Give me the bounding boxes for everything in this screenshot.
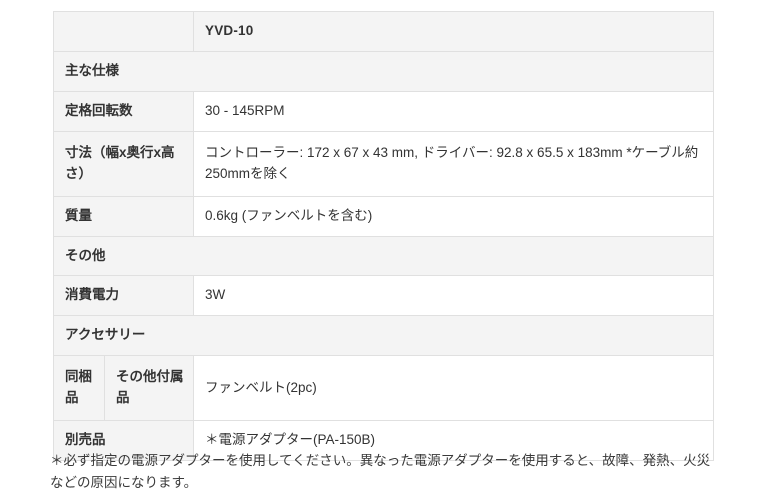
table-row: 同梱品 その他付属品 ファンベルト(2pc) <box>53 355 714 422</box>
spec-label-other-accessories: その他付属品 <box>104 355 194 422</box>
spec-table-container: YVD-10 主な仕様 定格回転数 30 - 145RPM 寸法（幅x奥行x高さ… <box>53 11 714 462</box>
spec-label-rated-speed: 定格回転数 <box>53 90 194 132</box>
section-header-main-spec: 主な仕様 <box>53 50 714 92</box>
specification-table: YVD-10 主な仕様 定格回転数 30 - 145RPM 寸法（幅x奥行x高さ… <box>53 11 714 462</box>
spec-label-included-items: 同梱品 <box>53 355 105 422</box>
table-row: 定格回転数 30 - 145RPM <box>53 90 714 132</box>
spec-value-weight: 0.6kg (ファンベルトを含む) <box>193 195 714 237</box>
footnote-text: ＊必ず指定の電源アダプターを使用してください。異なった電源アダプターを使用すると… <box>50 453 711 490</box>
table-row: YVD-10 <box>53 11 714 52</box>
section-header-accessory: アクセサリー <box>53 315 714 357</box>
table-row: 主な仕様 <box>53 50 714 92</box>
spec-sheet: YVD-10 主な仕様 定格回転数 30 - 145RPM 寸法（幅x奥行x高さ… <box>0 0 768 500</box>
spec-value-rated-speed: 30 - 145RPM <box>193 90 714 132</box>
table-row: その他 <box>53 235 714 277</box>
spec-value-power-consumption: 3W <box>193 275 714 317</box>
table-row: 質量 0.6kg (ファンベルトを含む) <box>53 195 714 237</box>
table-row: 寸法（幅x奥行x高さ） コントローラー: 172 x 67 x 43 mm, ド… <box>53 130 714 197</box>
spec-label-weight: 質量 <box>53 195 194 237</box>
model-name-cell: YVD-10 <box>193 11 714 52</box>
table-row: アクセサリー <box>53 315 714 357</box>
model-row-blank-cell <box>53 11 194 52</box>
spec-label-dimensions: 寸法（幅x奥行x高さ） <box>53 130 194 197</box>
spec-label-power-consumption: 消費電力 <box>53 275 194 317</box>
table-row: 消費電力 3W <box>53 275 714 317</box>
spec-value-other-accessories: ファンベルト(2pc) <box>193 355 714 422</box>
section-header-other: その他 <box>53 235 714 277</box>
spec-value-dimensions: コントローラー: 172 x 67 x 43 mm, ドライバー: 92.8 x… <box>193 130 714 197</box>
